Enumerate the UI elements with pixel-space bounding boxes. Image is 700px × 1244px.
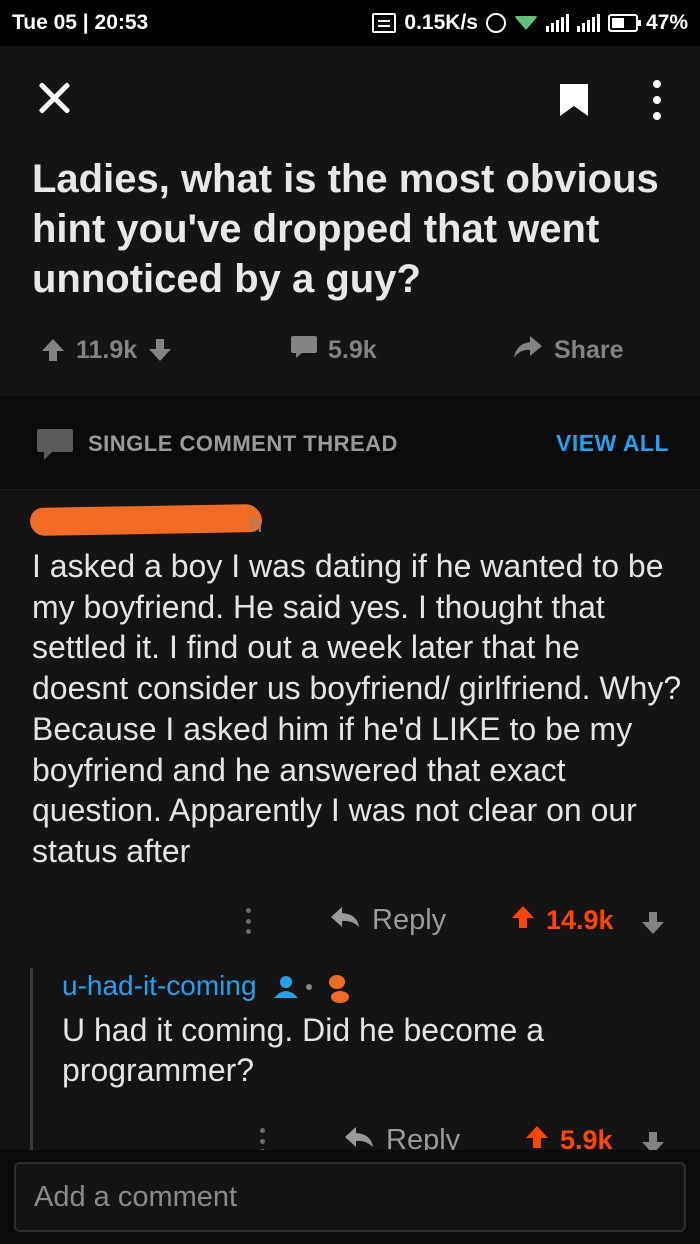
share-icon [512, 334, 544, 367]
reply-label: Reply [372, 904, 447, 936]
comment-reply-button[interactable]: Reply [330, 904, 446, 937]
bookmark-icon[interactable] [558, 82, 590, 118]
thread-label: SINGLE COMMENT THREAD [88, 431, 398, 456]
top-nav [0, 46, 700, 154]
comment-upvote-icon[interactable] [510, 904, 536, 937]
comment-downvote-icon[interactable] [640, 910, 666, 941]
reply-username[interactable]: u-had-it-coming [62, 970, 257, 1002]
comment-score: 14.9k [510, 904, 614, 937]
post-actions: 11.9k 5.9k Share [0, 330, 700, 370]
comment-score-value: 14.9k [546, 905, 614, 935]
thread-comment-icon [36, 428, 74, 467]
comment-body: I asked a boy I was dating if he wanted … [32, 548, 682, 869]
reply-icon [330, 904, 360, 937]
comment-icon [290, 334, 318, 367]
signal-icon-2 [576, 14, 600, 32]
reply-body: U had it coming. Did he become a program… [62, 1012, 545, 1088]
comment-more-icon[interactable] [246, 908, 252, 934]
view-all-link[interactable]: VIEW ALL [556, 430, 669, 457]
post-title: Ladies, what is the most obvious hint yo… [32, 157, 659, 301]
battery-icon [607, 14, 641, 32]
author-tail: h [250, 512, 263, 537]
timestamp-redaction [326, 972, 350, 1004]
post-upvote-count: 11.9k [76, 335, 138, 364]
network-speed: 0.15K/s [404, 11, 478, 34]
close-icon[interactable] [34, 78, 74, 118]
post-header: Ladies, what is the most obvious hint yo… [0, 154, 700, 396]
status-bar: Tue 05 | 20:53 0.15K/s 47% [0, 0, 700, 46]
downvote-icon[interactable] [147, 337, 173, 363]
add-comment-input[interactable] [14, 1162, 686, 1232]
signal-icon [545, 14, 569, 32]
reply-indent-line [30, 968, 33, 1150]
share-label: Share [554, 335, 624, 364]
upvote-icon[interactable] [40, 337, 66, 363]
notification-icon [372, 13, 397, 33]
post-vote: 11.9k [40, 330, 173, 370]
more-options-icon[interactable] [648, 80, 666, 120]
status-time: Tue 05 | 20:53 [12, 11, 149, 34]
battery-percent: 47% [645, 11, 688, 34]
user-icon [272, 974, 300, 1005]
alarm-icon [485, 13, 506, 33]
wifi-icon [513, 16, 538, 30]
post-comment-count: 5.9k [328, 335, 377, 364]
username-redaction [29, 503, 263, 537]
separator-dot [306, 984, 312, 990]
share-button[interactable]: Share [512, 330, 623, 370]
post-comments-button[interactable]: 5.9k [290, 330, 377, 370]
